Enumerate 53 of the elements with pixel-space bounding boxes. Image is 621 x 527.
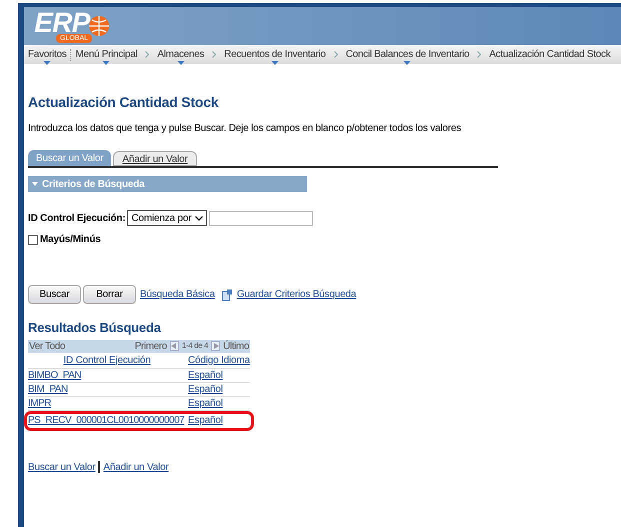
table-cell-link[interactable]: IMPR [28, 396, 186, 410]
nav-menu-item[interactable]: Almacenes [157, 47, 204, 62]
nav-menu-item[interactable]: Actualización Cantidad Stock [489, 47, 610, 62]
dropdown-value: Comienza por [131, 212, 192, 226]
last-link[interactable]: Último [223, 338, 249, 354]
nav-menu-item[interactable]: Concil Balances de Inventario [346, 47, 470, 62]
table-cell-link[interactable]: Español [186, 382, 250, 396]
action-button[interactable]: Buscar [28, 285, 81, 304]
table-row[interactable]: BIMBO_PAN Español [28, 368, 250, 382]
chevron-icon [145, 51, 150, 58]
page-range: 1-4 de 4 [182, 340, 208, 352]
chevron-icon [477, 51, 482, 58]
operator-dropdown[interactable]: Comienza por [127, 210, 208, 226]
link[interactable]: Búsqueda Básica [140, 287, 215, 302]
link[interactable]: Guardar Criterios Búsqueda [236, 287, 356, 302]
link[interactable]: Añadir un Valor [103, 460, 169, 474]
table-cell-link[interactable]: Español [186, 413, 250, 428]
table-cell-link[interactable]: Español [186, 396, 250, 410]
results-title: Resultados Búsqueda [28, 319, 162, 337]
highlighted-row[interactable]: PS_RECV_000001CL0010000000007 Español [27, 414, 251, 428]
column-header[interactable]: ID Control Ejecución [28, 352, 186, 368]
table-row[interactable]: IMPR Español [28, 396, 250, 410]
link[interactable]: Buscar un Valor [28, 460, 96, 474]
collapse-icon [32, 181, 38, 187]
instructions-text: Introduzca los datos que tenga y pulse Buscar. Deje los campos en blanco p/obtener todos los valores [28, 122, 462, 136]
save-document-icon [222, 288, 233, 300]
field-label: ID Control Ejecución: [28, 212, 126, 226]
nav-menu-item[interactable]: Favoritos [28, 47, 66, 62]
previous-button[interactable] [170, 341, 179, 351]
chevron-icon [212, 51, 216, 58]
table-cell-link[interactable]: Español [186, 368, 250, 382]
table-cell-link[interactable]: PS_RECV_000001CL0010000000007 [28, 413, 186, 428]
chevron-icon [334, 51, 338, 58]
table-cell-link[interactable]: BIMBO_PAN [28, 368, 186, 382]
chevron-down-icon [195, 216, 204, 220]
first-link[interactable]: Primero [134, 338, 167, 354]
right-arrow-icon [212, 343, 219, 349]
checkbox-label: Mayús/Minús [40, 233, 101, 247]
left-arrow-icon [171, 343, 178, 349]
logo-text: ERP [34, 10, 90, 34]
nav-menu-item[interactable]: Menú Principal [75, 47, 138, 62]
tab[interactable]: Añadir un Valor [113, 151, 197, 166]
table-cell-link[interactable]: BIM_PAN [28, 382, 186, 396]
table-row[interactable]: BIM_PAN Español [28, 382, 250, 396]
section-title: Criterios de Búsqueda [42, 178, 144, 192]
column-header[interactable]: Código Idioma [186, 352, 250, 368]
checkbox[interactable] [28, 234, 38, 244]
action-button[interactable]: Borrar [83, 285, 136, 304]
next-button[interactable] [211, 341, 220, 351]
input-field[interactable] [209, 210, 314, 226]
view-all-link[interactable]: Ver Todo [29, 338, 66, 354]
nav-menu-item[interactable]: Recuentos de Inventario [224, 47, 326, 62]
page-title: Actualización Cantidad Stock [28, 93, 220, 112]
